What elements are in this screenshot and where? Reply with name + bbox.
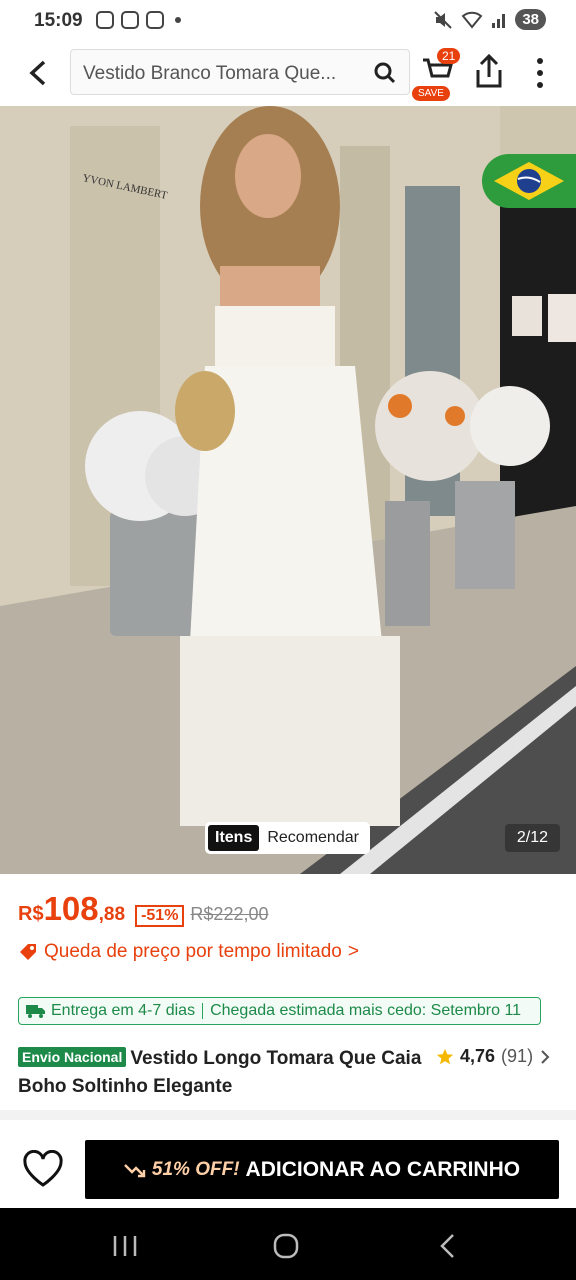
system-navigation-bar bbox=[0, 1208, 576, 1280]
top-bar: Vestido Branco Tomara Que... 21 SAVE bbox=[0, 44, 576, 106]
chevron-right-icon: > bbox=[347, 941, 359, 962]
recent-apps-icon[interactable] bbox=[112, 1234, 138, 1258]
wifi-icon bbox=[461, 11, 483, 29]
more-notifications-icon bbox=[175, 17, 181, 23]
price-cents: ,88 bbox=[98, 904, 126, 925]
review-count: (91) bbox=[501, 1046, 534, 1066]
gallery-tabs: Itens Recomendar bbox=[205, 822, 370, 854]
battery-indicator: 38 bbox=[515, 9, 546, 30]
price-tag-icon bbox=[20, 944, 36, 960]
add-to-cart-discount: 51% OFF! bbox=[151, 1158, 240, 1180]
signal-icon bbox=[492, 13, 506, 28]
notification-icons bbox=[96, 11, 181, 29]
rating-summary[interactable]: 4,76 (91) bbox=[436, 1046, 551, 1067]
gallery-notification-icon bbox=[96, 11, 114, 29]
product-photo: YVON LAMBERT bbox=[0, 106, 576, 874]
national-shipping-badge: Envio Nacional bbox=[18, 1047, 127, 1067]
rating-value: 4,76 bbox=[460, 1046, 496, 1066]
star-icon bbox=[436, 1048, 454, 1064]
status-bar: 15:09 38 bbox=[0, 0, 576, 44]
bottom-action-bar: 51% OFF! ADICIONAR AO CARRINHO bbox=[0, 1130, 576, 1208]
flag-graphic bbox=[494, 162, 564, 200]
system-back-icon[interactable] bbox=[438, 1232, 458, 1260]
share-icon[interactable] bbox=[472, 54, 506, 90]
back-arrow-icon[interactable] bbox=[22, 56, 56, 90]
instagram-notification-icon bbox=[146, 11, 164, 29]
truck-icon bbox=[26, 1005, 45, 1018]
discount-badge: -51% bbox=[135, 905, 185, 927]
tab-recomendar[interactable]: Recomendar bbox=[259, 825, 367, 851]
price-drop-banner[interactable]: Queda de preço por tempo limitado > bbox=[18, 941, 359, 963]
trend-down-icon bbox=[124, 1163, 146, 1177]
product-title-block: Envio Nacional Vestido Longo Tomara Que C… bbox=[18, 1043, 428, 1101]
cart-button[interactable]: 21 SAVE bbox=[412, 48, 462, 101]
mute-icon bbox=[434, 10, 453, 29]
shipping-divider bbox=[202, 1003, 204, 1019]
wishlist-heart-icon[interactable] bbox=[22, 1150, 64, 1188]
cart-count-badge: 21 bbox=[437, 48, 461, 64]
section-divider bbox=[0, 1110, 576, 1120]
search-query[interactable]: Vestido Branco Tomara Que... bbox=[83, 63, 353, 85]
search-bar[interactable]: Vestido Branco Tomara Que... bbox=[70, 49, 410, 95]
more-options-icon[interactable] bbox=[530, 56, 550, 90]
tab-itens[interactable]: Itens bbox=[208, 825, 260, 851]
price-currency: R$ bbox=[18, 903, 44, 925]
add-to-cart-button[interactable]: 51% OFF! ADICIONAR AO CARRINHO bbox=[85, 1140, 559, 1199]
save-badge: SAVE bbox=[412, 86, 450, 101]
search-icon[interactable] bbox=[373, 61, 397, 85]
status-time: 15:09 bbox=[34, 10, 83, 31]
system-icons: 38 bbox=[433, 9, 546, 30]
add-to-cart-label: ADICIONAR AO CARRINHO bbox=[245, 1157, 521, 1181]
shipping-info[interactable]: Entrega em 4-7 dias Chegada estimada mai… bbox=[18, 997, 541, 1025]
home-icon[interactable] bbox=[272, 1232, 300, 1260]
brazil-flag-icon[interactable] bbox=[482, 154, 576, 208]
price-row: R$ 108 ,88 -51% R$222,00 bbox=[18, 890, 269, 928]
image-counter: 2/12 bbox=[504, 824, 560, 852]
price-whole: 108 bbox=[43, 890, 99, 927]
original-price: R$222,00 bbox=[190, 904, 269, 924]
delivery-time: Entrega em 4-7 dias bbox=[51, 1002, 196, 1019]
price-drop-text: Queda de preço por tempo limitado bbox=[44, 941, 342, 962]
arrival-estimate: Chegada estimada mais cedo: Setembro 11 bbox=[210, 1002, 522, 1019]
instagram-notification-icon bbox=[121, 11, 139, 29]
chevron-right-icon bbox=[541, 1049, 550, 1064]
product-image[interactable]: YVON LAMBERT Itens Recomendar 2/12 bbox=[0, 106, 576, 874]
